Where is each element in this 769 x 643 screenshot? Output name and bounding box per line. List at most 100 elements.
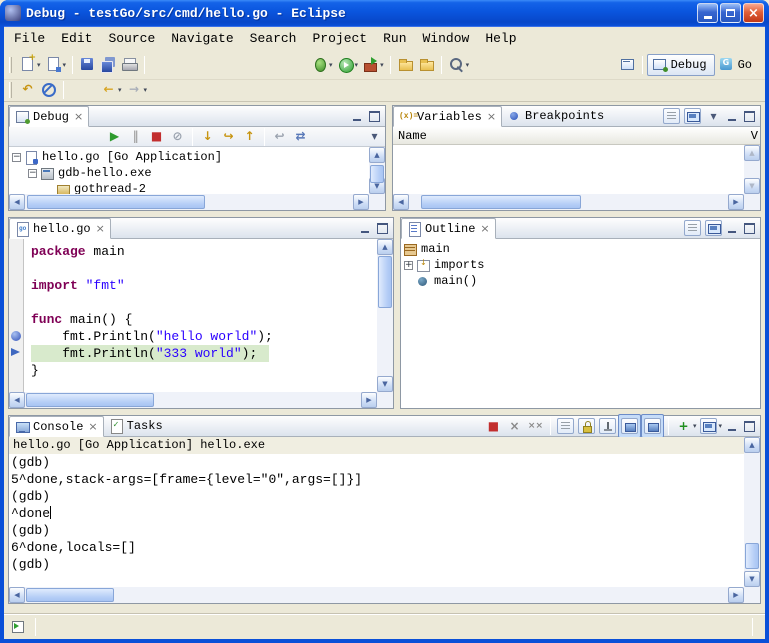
open-console-button[interactable]: +▾ [673,414,699,438]
print-button[interactable] [119,53,140,77]
vertical-scrollbar[interactable]: ▲ ▼ [377,239,393,392]
show-console-on-stdout-button[interactable] [618,414,641,438]
editor-area[interactable]: package mainimport "fmt"func main() { fm… [9,239,393,408]
maximize-button[interactable] [720,3,741,23]
minimize-view-icon[interactable] [349,109,365,124]
menu-item-project[interactable]: Project [304,29,375,48]
external-tools-button[interactable]: ▾ [360,53,386,77]
menu-item-search[interactable]: Search [242,29,305,48]
code-line[interactable]: fmt.Println("333 world"); [31,345,269,362]
minimize-view-icon[interactable] [724,109,740,124]
annotation-ruler[interactable] [9,239,24,408]
tab-breakpoints[interactable]: Breakpoints [502,106,609,126]
open-perspective-button[interactable] [617,53,638,77]
scroll-left-icon[interactable]: ◀ [9,392,25,408]
tree-row[interactable]: main() [401,273,760,289]
view-menu-button[interactable]: ▾ [364,125,385,149]
collapse-expander-icon[interactable]: − [12,153,21,162]
menu-item-help[interactable]: Help [477,29,524,48]
variables-column-header[interactable]: Name V [393,127,760,145]
scroll-right-icon[interactable]: ▶ [353,194,369,210]
step-over-button[interactable]: ↪ [218,125,239,149]
terminate-button[interactable]: ■ [483,414,504,438]
code-area[interactable]: package mainimport "fmt"func main() { fm… [24,239,393,408]
scroll-down-icon[interactable]: ▼ [744,178,760,194]
minimize-view-icon[interactable] [724,419,740,434]
scrollbar-thumb[interactable] [26,393,154,407]
scrollbar-thumb[interactable] [745,543,759,569]
close-icon[interactable]: × [74,110,83,123]
scrollbar-track[interactable] [744,453,760,571]
tree-row[interactable]: +imports [401,257,760,273]
sort-button[interactable] [703,216,724,240]
scroll-up-icon[interactable]: ▲ [377,239,393,255]
maximize-view-icon[interactable] [741,109,757,124]
code-line[interactable]: fmt.Println("hello world"); [31,328,393,345]
clear-console-button[interactable] [555,414,576,438]
scroll-right-icon[interactable]: ▶ [728,587,744,603]
maximize-view-icon[interactable] [741,221,757,236]
display-selected-console-button[interactable]: ▾ [698,414,724,438]
maximize-view-icon[interactable] [741,419,757,434]
scrollbar-thumb[interactable] [378,256,392,308]
skip-all-breakpoints-button[interactable] [38,78,59,102]
menu-item-window[interactable]: Window [415,29,478,48]
scroll-lock-button[interactable] [576,414,597,438]
scrollbar-track[interactable] [377,255,393,376]
step-return-button[interactable]: ↑ [239,125,260,149]
horizontal-scrollbar[interactable]: ◀ ▶ [9,194,369,210]
scroll-right-icon[interactable]: ▶ [361,392,377,408]
scroll-up-icon[interactable]: ▲ [744,437,760,453]
forward-button[interactable]: →▾ [124,78,150,102]
maximize-view-icon[interactable] [366,109,382,124]
code-line[interactable]: } [31,362,393,379]
step-into-button[interactable]: ↓ [197,125,218,149]
tree-row[interactable]: −gdb-hello.exe [9,165,385,181]
link-with-editor-button[interactable] [682,216,703,240]
console-output[interactable]: (gdb)5^done,stack-args=[frame={level="0"… [9,454,760,573]
scrollbar-track[interactable] [25,194,353,210]
scroll-down-icon[interactable]: ▼ [744,571,760,587]
new-folder-button[interactable] [395,53,416,77]
scrollbar-thumb[interactable] [370,165,384,183]
scroll-down-icon[interactable]: ▼ [377,376,393,392]
show-type-names-button[interactable] [661,104,682,128]
tab-variables[interactable]: Variables × [393,106,502,127]
last-edit-location-button[interactable]: ↶ [17,78,38,102]
console-panel[interactable]: hello.go [Go Application] hello.exe (gdb… [9,437,760,603]
use-step-filters-button[interactable]: ⇄ [290,125,311,149]
scrollbar-track[interactable] [409,194,728,210]
scrollbar-thumb[interactable] [27,195,205,209]
remove-all-launches-button[interactable]: ×× [525,414,546,438]
horizontal-scrollbar[interactable]: ◀ ▶ [9,587,744,603]
close-icon[interactable]: × [88,420,97,433]
collapse-expander-icon[interactable]: − [28,169,37,178]
collapse-all-button[interactable] [682,104,703,128]
code-line[interactable] [31,294,393,311]
scroll-up-icon[interactable]: ▲ [369,147,385,163]
scrollbar-track[interactable] [25,392,361,408]
vertical-scrollbar[interactable]: ▲ ▼ [369,147,385,194]
menu-item-edit[interactable]: Edit [53,29,100,48]
terminate-button[interactable]: ■ [146,125,167,149]
perspective-go-button[interactable]: Go [715,54,759,76]
save-all-button[interactable] [98,53,119,77]
perspective-debug-button[interactable]: Debug [647,54,715,76]
tree-row[interactable]: main [401,241,760,257]
pin-console-button[interactable] [597,414,618,438]
new-button[interactable]: ▾ [17,53,43,77]
menu-item-run[interactable]: Run [375,29,414,48]
tab-hello-go[interactable]: hello.go × [9,218,111,239]
minimize-button[interactable] [697,3,718,23]
expand-expander-icon[interactable]: + [404,261,413,270]
tab-outline[interactable]: Outline × [401,218,496,239]
toolbar-drag-handle[interactable] [9,82,12,98]
minimize-view-icon[interactable] [357,221,373,236]
vertical-scrollbar[interactable]: ▲ ▼ [744,145,760,194]
horizontal-scrollbar[interactable]: ◀ ▶ [9,392,377,408]
back-button[interactable]: ←▾ [98,78,124,102]
maximize-view-icon[interactable] [374,221,390,236]
scroll-up-icon[interactable]: ▲ [744,145,760,161]
close-icon[interactable]: × [480,222,489,235]
scrollbar-track[interactable] [25,587,728,603]
